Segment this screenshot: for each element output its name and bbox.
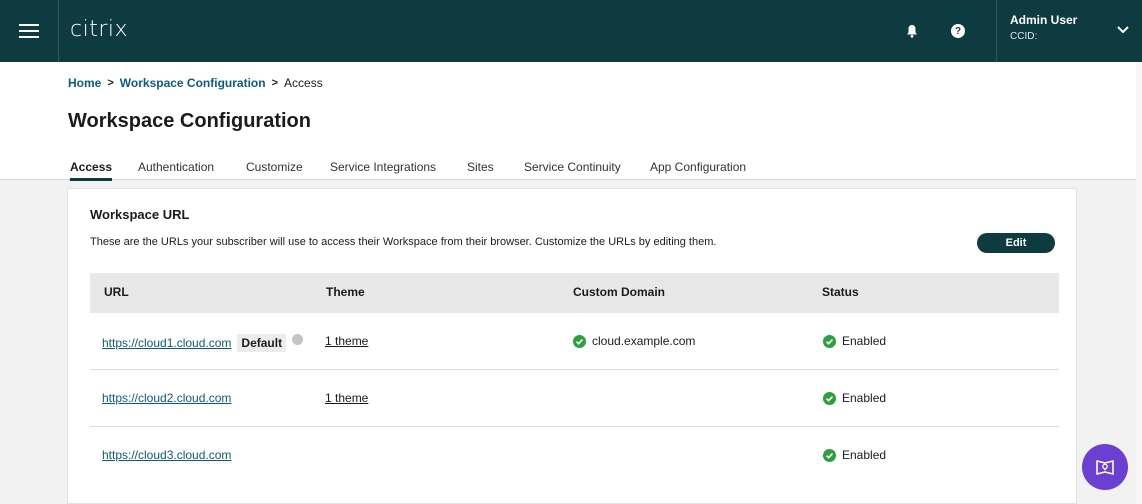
check-circle-icon bbox=[823, 448, 836, 462]
info-icon[interactable] bbox=[292, 333, 304, 345]
tab-access[interactable]: Access bbox=[70, 160, 113, 181]
scrollbar[interactable] bbox=[1136, 62, 1142, 504]
url-table: URL Theme Custom Domain Status https://c… bbox=[90, 273, 1059, 484]
breadcrumb-current: Access bbox=[284, 76, 323, 90]
chevron-down-icon[interactable] bbox=[1117, 26, 1129, 34]
theme-link[interactable]: 1 theme bbox=[325, 391, 368, 405]
tab-service-integrations[interactable]: Service Integrations bbox=[330, 160, 436, 180]
breadcrumb-separator: > bbox=[271, 77, 279, 89]
custom-domain-cell: cloud.example.com bbox=[573, 334, 695, 348]
status-value: Enabled bbox=[842, 448, 887, 462]
breadcrumb-separator: > bbox=[107, 77, 114, 89]
divider bbox=[996, 0, 997, 62]
status-value: Enabled bbox=[842, 391, 887, 405]
status-cell: Enabled bbox=[823, 391, 886, 405]
tab-sites[interactable]: Sites bbox=[467, 160, 494, 180]
status-value: Enabled bbox=[842, 334, 887, 348]
user-name[interactable]: Admin User bbox=[1010, 13, 1077, 27]
tab-bar: Access Authentication Customize Service … bbox=[0, 160, 1142, 181]
url-cell: https://cloud3.cloud.com bbox=[102, 448, 231, 462]
divider bbox=[58, 0, 59, 62]
url-link[interactable]: https://cloud3.cloud.com bbox=[102, 448, 231, 462]
table-row: https://cloud1.cloud.com Default 1 theme… bbox=[90, 313, 1059, 370]
tab-app-configuration[interactable]: App Configuration bbox=[650, 160, 746, 180]
theme-cell: 1 theme bbox=[325, 334, 368, 348]
column-header-url: URL bbox=[104, 285, 129, 299]
table-header: URL Theme Custom Domain Status bbox=[90, 273, 1059, 313]
tab-authentication[interactable]: Authentication bbox=[138, 160, 214, 180]
menu-icon[interactable] bbox=[0, 0, 58, 62]
page-title: Workspace Configuration bbox=[68, 110, 311, 132]
table-row: https://cloud3.cloud.com Enabled bbox=[90, 427, 1059, 484]
section-description: These are the URLs your subscriber will … bbox=[90, 236, 717, 248]
url-link[interactable]: https://cloud1.cloud.com bbox=[102, 336, 231, 350]
citrix-logo: citrix bbox=[70, 17, 129, 42]
user-ccid: CCID: bbox=[1010, 31, 1038, 42]
column-header-status: Status bbox=[822, 285, 859, 299]
table-row: https://cloud2.cloud.com 1 theme Enabled bbox=[90, 370, 1059, 427]
url-cell: https://cloud2.cloud.com bbox=[102, 391, 231, 405]
check-circle-icon bbox=[823, 334, 836, 348]
page-header: Home > Workspace Configuration > Access … bbox=[0, 62, 1142, 181]
url-link[interactable]: https://cloud2.cloud.com bbox=[102, 391, 231, 405]
column-header-theme: Theme bbox=[326, 285, 365, 299]
custom-domain-value: cloud.example.com bbox=[592, 334, 696, 348]
help-icon[interactable]: ? bbox=[951, 24, 965, 38]
default-badge: Default bbox=[237, 334, 287, 352]
theme-cell: 1 theme bbox=[325, 391, 368, 405]
guide-help-button[interactable] bbox=[1082, 444, 1128, 490]
theme-link[interactable]: 1 theme bbox=[325, 334, 368, 348]
url-cell: https://cloud1.cloud.com Default bbox=[102, 333, 304, 352]
status-cell: Enabled bbox=[823, 448, 886, 462]
top-navigation-bar: citrix ? Admin User CCID: bbox=[0, 0, 1142, 62]
column-header-custom-domain: Custom Domain bbox=[573, 285, 666, 299]
book-lightbulb-icon bbox=[1096, 460, 1114, 475]
section-title: Workspace URL bbox=[90, 207, 190, 222]
bell-icon[interactable] bbox=[906, 24, 918, 38]
check-circle-icon bbox=[823, 391, 836, 405]
breadcrumb-home[interactable]: Home bbox=[68, 76, 101, 90]
check-circle-icon bbox=[573, 334, 586, 348]
tab-customize[interactable]: Customize bbox=[246, 160, 303, 180]
status-cell: Enabled bbox=[823, 334, 886, 348]
tab-service-continuity[interactable]: Service Continuity bbox=[524, 160, 621, 180]
breadcrumb-workspace-configuration[interactable]: Workspace Configuration bbox=[120, 76, 266, 90]
edit-button[interactable]: Edit bbox=[977, 233, 1055, 253]
workspace-url-card: Workspace URL These are the URLs your su… bbox=[67, 188, 1077, 504]
breadcrumb: Home > Workspace Configuration > Access bbox=[68, 76, 323, 90]
